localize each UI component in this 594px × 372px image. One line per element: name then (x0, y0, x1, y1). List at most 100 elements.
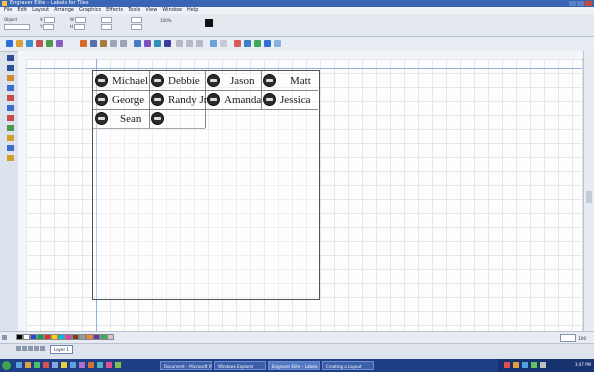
ungroup-icon[interactable] (144, 40, 151, 47)
zoom-field[interactable] (560, 334, 577, 342)
next-page-button[interactable] (28, 346, 33, 351)
tray-icon[interactable] (513, 362, 519, 368)
quicklaunch-icon[interactable] (70, 362, 76, 368)
first-page-button[interactable] (16, 346, 21, 351)
menu-window[interactable]: Window (162, 7, 182, 14)
label-cell[interactable]: Jason (207, 71, 254, 90)
start-button[interactable] (2, 361, 11, 370)
copy-icon[interactable] (90, 40, 97, 47)
color-swatch[interactable] (16, 334, 23, 340)
menu-file[interactable]: File (4, 7, 12, 14)
pen-tool-icon[interactable] (7, 135, 14, 141)
delete-icon[interactable] (234, 40, 241, 47)
quicklaunch-icon[interactable] (16, 362, 22, 368)
tray-icon[interactable] (540, 362, 546, 368)
quicklaunch-icon[interactable] (34, 362, 40, 368)
label-cell[interactable]: Randy Jr. (151, 90, 210, 109)
redo-icon[interactable] (120, 40, 127, 47)
menu-layout[interactable]: Layout (32, 7, 49, 14)
color-swatch[interactable] (23, 334, 30, 340)
page-tab[interactable]: Layer 1 (50, 345, 73, 354)
color-swatch[interactable] (30, 334, 37, 340)
color-swatch[interactable] (37, 334, 44, 340)
quicklaunch-icon[interactable] (97, 362, 103, 368)
color-swatch[interactable] (79, 334, 86, 340)
label-cell[interactable]: Matt (263, 71, 311, 90)
label-cell[interactable]: Amanda (207, 90, 261, 109)
vertical-scrollbar[interactable] (583, 51, 594, 331)
label-cell[interactable]: Jessica (263, 90, 311, 109)
outline-tool-icon[interactable] (7, 125, 14, 131)
import-icon[interactable] (46, 40, 53, 47)
maximize-button[interactable] (577, 1, 584, 6)
quicklaunch-icon[interactable] (43, 362, 49, 368)
minimize-button[interactable] (569, 1, 576, 6)
settings-icon[interactable] (274, 40, 281, 47)
taskbar-item[interactable]: Document – Microsoft W... (160, 361, 212, 370)
print-icon[interactable] (36, 40, 43, 47)
close-button[interactable] (585, 1, 592, 6)
menu-tools[interactable]: Tools (128, 7, 140, 14)
menu-graphics[interactable]: Graphics (79, 7, 101, 14)
height-field[interactable] (74, 24, 86, 30)
color-swatch[interactable] (72, 334, 79, 340)
color-swatch[interactable] (44, 334, 51, 340)
paste-icon[interactable] (100, 40, 107, 47)
monitor-icon[interactable] (264, 40, 271, 47)
scale-x-field[interactable] (101, 17, 112, 23)
width-field[interactable] (74, 17, 86, 23)
undo-icon[interactable] (110, 40, 117, 47)
grid-icon[interactable] (210, 40, 217, 47)
ruler-icon[interactable] (220, 40, 227, 47)
ellipse-tool-icon[interactable] (7, 95, 14, 101)
table-tool-icon[interactable] (7, 145, 14, 151)
color-swatch[interactable] (107, 334, 114, 340)
polygon-tool-icon[interactable] (7, 105, 14, 111)
quicklaunch-icon[interactable] (88, 362, 94, 368)
menu-edit[interactable]: Edit (17, 7, 27, 14)
pencil-tool-icon[interactable] (7, 155, 14, 161)
color-swatch[interactable] (86, 334, 93, 340)
label-cell[interactable]: Michael (95, 71, 148, 90)
y-field[interactable] (43, 24, 55, 30)
color-swatch[interactable] (93, 334, 100, 340)
quicklaunch-icon[interactable] (25, 362, 31, 368)
color-swatch[interactable] (65, 334, 72, 340)
drawing-canvas[interactable]: Michael Debbie Jason Matt George Randy J… (26, 59, 582, 331)
text-tool-icon[interactable] (7, 65, 14, 71)
taskbar-item[interactable]: Engraver Elite – Labels (268, 361, 320, 370)
shape-tool-icon[interactable] (7, 75, 14, 81)
align-icon[interactable] (154, 40, 161, 47)
x-field[interactable] (43, 17, 55, 23)
fill-tool-icon[interactable] (7, 115, 14, 121)
menu-help[interactable]: Help (187, 7, 198, 14)
taskbar-item[interactable]: Creating a Layout (322, 361, 374, 370)
scroll-thumb[interactable] (586, 191, 592, 203)
quicklaunch-icon[interactable] (106, 362, 112, 368)
fill-color-swatch[interactable] (205, 19, 213, 27)
label-cell[interactable]: Sean (95, 109, 141, 128)
horizontal-guide[interactable] (26, 68, 582, 69)
quicklaunch-icon[interactable] (52, 362, 58, 368)
prev-page-button[interactable] (22, 346, 27, 351)
color-swatch[interactable] (58, 334, 65, 340)
quicklaunch-icon[interactable] (79, 362, 85, 368)
zoom-tool-icon[interactable] (7, 85, 14, 91)
clock[interactable]: 3:47 PM (575, 362, 591, 367)
cut-icon[interactable] (80, 40, 87, 47)
tray-icon[interactable] (531, 362, 537, 368)
pick-tool-icon[interactable] (7, 55, 14, 61)
add-page-button[interactable] (40, 346, 45, 351)
palette-prev-button[interactable] (2, 335, 7, 340)
last-page-button[interactable] (34, 346, 39, 351)
open-icon[interactable] (16, 40, 23, 47)
color-icon[interactable] (254, 40, 261, 47)
taskbar-item[interactable]: Windows Explorer (214, 361, 266, 370)
weld-icon[interactable] (164, 40, 171, 47)
group-icon[interactable] (134, 40, 141, 47)
quicklaunch-icon[interactable] (115, 362, 121, 368)
label-cell[interactable] (151, 109, 168, 128)
color-swatch[interactable] (100, 334, 107, 340)
envelope-icon[interactable] (196, 40, 203, 47)
save-icon[interactable] (26, 40, 33, 47)
